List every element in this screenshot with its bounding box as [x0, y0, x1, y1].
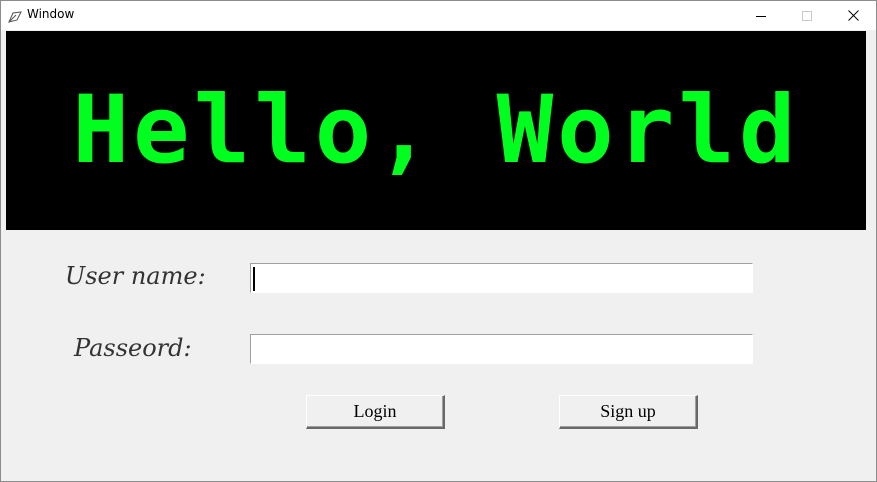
maximize-button[interactable]	[784, 1, 830, 30]
feather-icon	[7, 9, 23, 23]
minimize-icon	[756, 6, 766, 25]
close-button[interactable]	[830, 1, 876, 30]
minimize-button[interactable]	[738, 1, 784, 30]
login-button[interactable]: Login	[306, 395, 445, 429]
signup-button[interactable]: Sign up	[559, 395, 698, 429]
password-input[interactable]	[250, 334, 753, 364]
app-window: Window Hello, World User name: Passeord:…	[0, 0, 877, 482]
username-label: User name:	[65, 262, 206, 290]
close-icon	[847, 6, 859, 25]
title-bar[interactable]: Window	[1, 1, 876, 30]
username-input[interactable]	[250, 263, 753, 293]
window-title: Window	[27, 7, 75, 21]
text-caret	[253, 267, 255, 291]
password-label: Passeord:	[74, 334, 192, 362]
banner-text: Hello, World	[72, 76, 800, 185]
maximize-icon	[802, 6, 812, 25]
hello-banner: Hello, World	[6, 31, 866, 230]
